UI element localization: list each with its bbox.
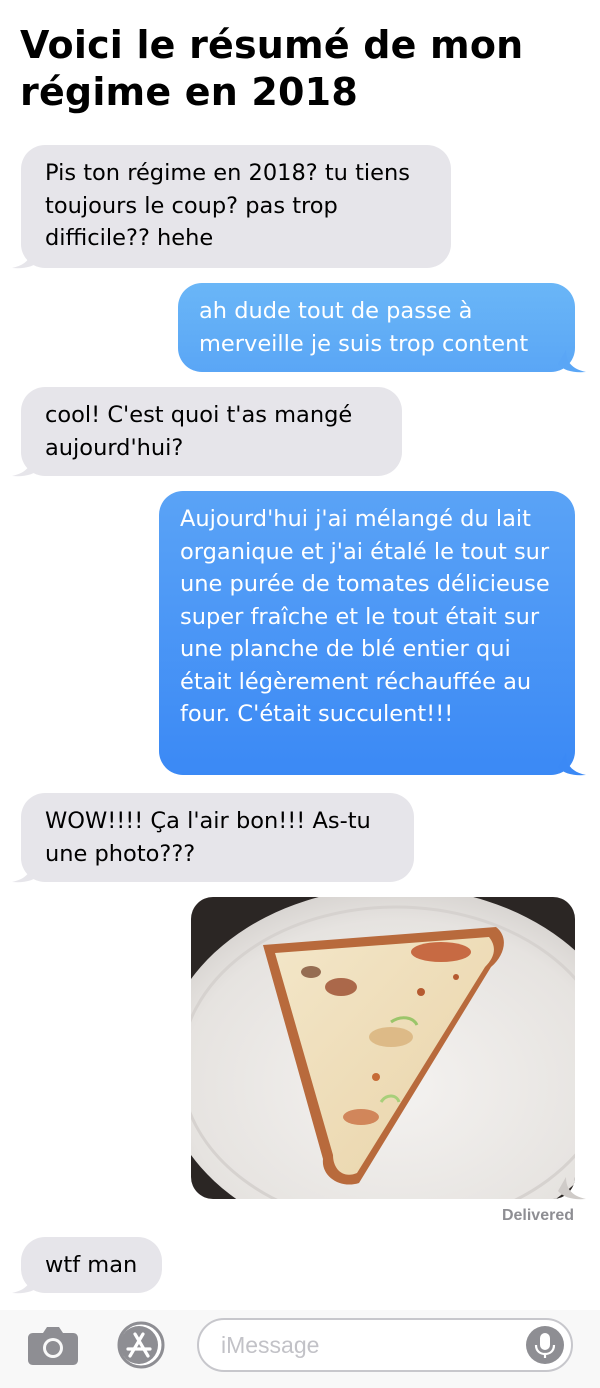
bubble-tail <box>12 1271 40 1294</box>
pizza-photo <box>191 897 575 1199</box>
delivered-status: Delivered <box>501 1207 574 1224</box>
page-title: Voici le résumé de mon régime en 2018 <box>20 23 524 114</box>
camera-icon[interactable] <box>27 1325 79 1365</box>
message-text: Pis ton régime en 2018? tu tiens toujour… <box>45 160 410 251</box>
imessage-input[interactable]: iMessage <box>197 1318 573 1372</box>
message-bubble-sent: Aujourd'hui j'ai mélangé du lait organiq… <box>159 491 575 775</box>
message-bubble-received: WOW!!!! Ça l'air bon!!! As-tu une photo?… <box>21 793 414 882</box>
bubble-tail <box>558 753 586 776</box>
photo-message[interactable] <box>191 897 575 1199</box>
message-text: WOW!!!! Ça l'air bon!!! As-tu une photo?… <box>45 808 371 867</box>
microphone-icon[interactable] <box>525 1325 565 1365</box>
app-store-icon[interactable] <box>111 1321 171 1369</box>
message-bubble-received: wtf man <box>21 1237 162 1293</box>
bubble-tail <box>558 1177 586 1200</box>
message-bubble-sent: ah dude tout de passe à merveille je sui… <box>178 283 575 372</box>
message-text: ah dude tout de passe à merveille je sui… <box>199 298 529 357</box>
message-text: Aujourd'hui j'ai mélangé du lait organiq… <box>180 506 550 727</box>
bubble-tail <box>12 454 40 477</box>
message-bubble-received: cool! C'est quoi t'as mangé aujourd'hui? <box>21 387 402 476</box>
message-bubble-received: Pis ton régime en 2018? tu tiens toujour… <box>21 145 451 268</box>
message-text: cool! C'est quoi t'as mangé aujourd'hui? <box>45 402 353 461</box>
bubble-tail <box>12 860 40 883</box>
message-text: wtf man <box>45 1252 138 1278</box>
imessage-placeholder: iMessage <box>221 1332 320 1358</box>
bubble-tail <box>558 350 586 373</box>
bubble-tail <box>12 246 40 269</box>
